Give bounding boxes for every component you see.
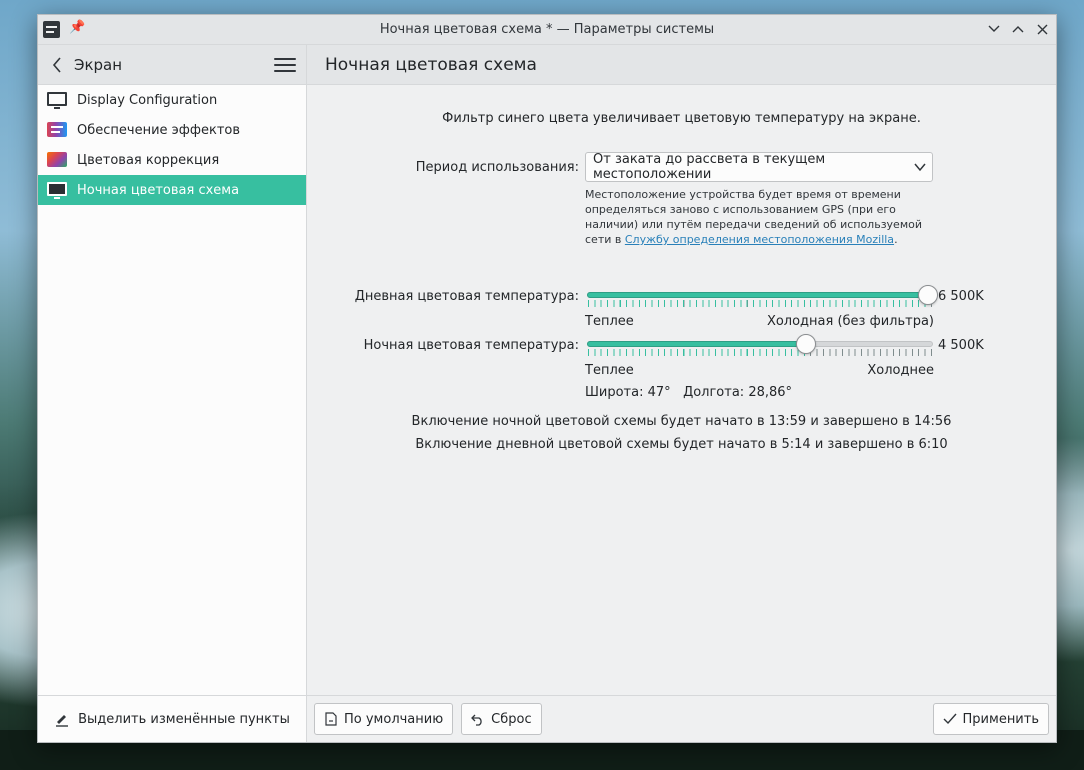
day-temp-warmer: Теплее (585, 314, 634, 329)
day-temp-value: 6 500K (938, 289, 984, 304)
window-title: Ночная цветовая схема * — Параметры сист… (379, 22, 715, 37)
defaults-label: По умолчанию (344, 711, 444, 727)
latitude: Широта: 47° (585, 385, 671, 400)
day-schedule: Включение дневной цветовой схемы будет н… (415, 437, 948, 452)
minimize-button[interactable] (984, 19, 1004, 39)
monitor-icon (47, 92, 67, 109)
period-label: Период использования: (415, 160, 579, 175)
night-temp-warmer: Теплее (585, 363, 634, 378)
sidebar-header: Экран (38, 45, 306, 85)
location-note: Местоположение устройства будет время от… (585, 188, 922, 246)
day-temp-label: Дневная цветовая температура: (354, 289, 579, 304)
sidebar-item-label: Display Configuration (77, 92, 218, 108)
sidebar-item-display-configuration[interactable]: Display Configuration (38, 85, 306, 115)
page-title: Ночная цветовая схема (325, 54, 537, 75)
undo-icon (471, 714, 482, 726)
settings-window: 📌 Ночная цветовая схема * — Параметры си… (37, 14, 1057, 743)
highlight-changed-label: Выделить изменённые пункты (78, 711, 290, 727)
reset-label: Сброс (491, 711, 532, 727)
longitude: Долгота: 28,86° (683, 385, 793, 400)
day-temp-cooler: Холодная (без фильтра) (766, 314, 934, 329)
night-temp-label: Ночная цветовая температура: (363, 338, 579, 353)
title-bar: 📌 Ночная цветовая схема * — Параметры си… (38, 15, 1056, 45)
sidebar-item-label: Ночная цветовая схема (77, 182, 240, 198)
document-defaults-icon (325, 712, 337, 726)
apply-label: Применить (962, 711, 1039, 727)
main-header: Ночная цветовая схема (307, 45, 1056, 85)
night-temp-cooler: Холоднее (867, 363, 934, 378)
monitor-icon (47, 182, 67, 199)
checkmark-icon (943, 713, 957, 725)
night-temp-slider[interactable] (587, 334, 933, 358)
hamburger-menu-icon[interactable] (274, 54, 296, 76)
day-temp-handle[interactable] (918, 285, 938, 305)
period-value: От заката до рассвета в текущем местопол… (593, 152, 826, 182)
day-temp-slider[interactable] (587, 285, 938, 309)
effects-icon (47, 122, 67, 138)
sidebar-title: Экран (74, 55, 123, 74)
highlighter-icon (56, 715, 69, 727)
day-temp-ticks (588, 300, 929, 307)
app-menu-icon[interactable] (43, 21, 60, 38)
sidebar-item-night-color[interactable]: Ночная цветовая схема (38, 175, 306, 205)
day-temp-fill (587, 292, 928, 298)
sidebar-item-label: Обеспечение эффектов (77, 122, 241, 138)
period-combobox[interactable]: От заката до рассвета в текущем местопол… (585, 152, 933, 182)
mozilla-location-link[interactable]: Службу определения местоположения Mozill… (625, 233, 894, 246)
close-button[interactable] (1032, 19, 1052, 39)
main-panel: Ночная цветовая схема Фильтр синего цвет… (307, 45, 1056, 742)
description-text: Фильтр синего цвета увеличивает цветовую… (442, 111, 921, 126)
night-temp-value: 4 500K (938, 338, 984, 353)
sidebar-item-color-correction[interactable]: Цветовая коррекция (38, 145, 306, 175)
night-color-settings: Фильтр синего цвета увеличивает цветовую… (307, 85, 1056, 695)
reset-button[interactable]: Сброс (461, 703, 542, 735)
chevron-down-icon (914, 163, 926, 172)
sidebar-item-label: Цветовая коррекция (77, 152, 220, 168)
maximize-button[interactable] (1008, 19, 1028, 39)
night-temp-fill (587, 341, 806, 347)
pin-icon[interactable]: 📌 (69, 20, 85, 35)
apply-button[interactable]: Применить (932, 703, 1049, 735)
sidebar-list: Display Configuration Обеспечение эффект… (38, 85, 306, 695)
back-button[interactable] (44, 52, 70, 78)
sidebar-item-effects[interactable]: Обеспечение эффектов (38, 115, 306, 145)
color-correction-icon (47, 152, 67, 168)
sidebar: Экран Display Configuration Обеспечение … (38, 45, 307, 742)
chevron-left-icon (52, 56, 61, 73)
defaults-button[interactable]: По умолчанию (314, 703, 454, 735)
night-temp-ticks (588, 349, 807, 356)
highlight-changed-button[interactable]: Выделить изменённые пункты (38, 695, 306, 742)
night-schedule: Включение ночной цветовой схемы будет на… (411, 414, 952, 429)
night-temp-handle[interactable] (796, 334, 816, 354)
main-footer: По умолчанию Сброс Применить (307, 695, 1056, 742)
coordinates: Широта: 47° Долгота: 28,86° (585, 385, 792, 400)
